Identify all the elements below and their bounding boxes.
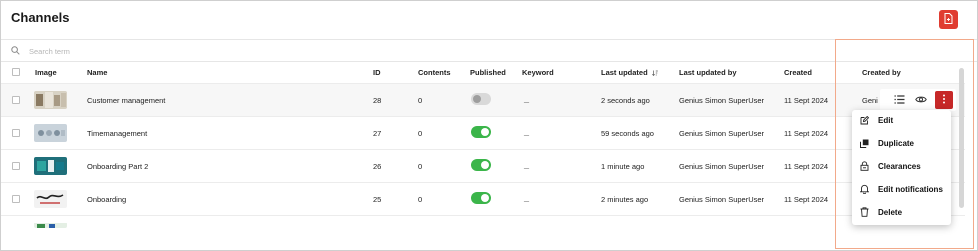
contents-count: 0 [418, 162, 423, 171]
column-header-published[interactable]: Published [470, 68, 506, 77]
more-vertical-icon [942, 94, 946, 106]
menu-item-label: Clearances [878, 161, 921, 171]
preview-button[interactable] [912, 91, 930, 109]
table-row[interactable]: Onboarding Part 2 26 0 _ 1 minute ago Ge… [1, 149, 965, 182]
created-value: 11 Sept 2024 [784, 162, 829, 171]
contents-count: 0 [418, 129, 423, 138]
search-bar[interactable]: Search term [11, 44, 311, 58]
menu-item-label: Edit notifications [878, 184, 943, 194]
channel-name[interactable]: Onboarding [87, 195, 126, 204]
channel-id: 26 [373, 162, 382, 171]
last-updated-by-value: Genius Simon SuperUser [679, 195, 765, 204]
menu-item-label: Delete [878, 207, 903, 217]
keyword-value: _ [524, 193, 530, 203]
channel-thumbnail [34, 222, 67, 228]
bell-icon [859, 184, 869, 194]
last-updated-by-value: Genius Simon SuperUser [679, 129, 765, 138]
last-updated-value: 2 minutes ago [601, 195, 649, 204]
channel-id: 25 [373, 195, 382, 204]
column-header-created[interactable]: Created [784, 68, 812, 77]
menu-item-delete[interactable]: Delete [852, 202, 951, 222]
select-all-checkbox[interactable] [12, 68, 20, 76]
published-toggle[interactable] [471, 126, 491, 138]
menu-item-label: Edit [878, 115, 894, 125]
column-header-name[interactable]: Name [87, 68, 107, 77]
created-value: 11 Sept 2024 [784, 96, 829, 105]
last-updated-value: 2 seconds ago [601, 96, 650, 105]
vertical-scrollbar[interactable] [959, 68, 964, 208]
channel-thumbnail [34, 190, 67, 208]
published-toggle[interactable] [471, 93, 491, 105]
menu-item-label: Duplicate [878, 138, 915, 148]
published-toggle[interactable] [471, 159, 491, 171]
channel-name[interactable]: Onboarding Part 2 [87, 162, 148, 171]
contents-count: 0 [418, 195, 423, 204]
row-checkbox[interactable] [12, 96, 20, 104]
table-row[interactable]: Timemanagement 27 0 _ 59 seconds ago Gen… [1, 116, 965, 149]
column-header-keyword[interactable]: Keyword [522, 68, 554, 77]
channel-id: 28 [373, 96, 382, 105]
created-value: 11 Sept 2024 [784, 195, 829, 204]
channel-name[interactable]: Timemanagement [87, 129, 147, 138]
list-button[interactable] [890, 91, 908, 109]
table-header: Image Name ID Contents Published Keyword… [1, 62, 965, 82]
keyword-value: _ [524, 160, 530, 170]
last-updated-value: 59 seconds ago [601, 129, 654, 138]
column-header-id[interactable]: ID [373, 68, 381, 77]
divider [1, 39, 977, 40]
file-export-icon [944, 13, 953, 26]
table-row[interactable]: Onboarding 25 0 _ 2 minutes ago Genius S… [1, 182, 965, 215]
row-context-menu: Edit Duplicate Clearances Edit notificat… [852, 110, 951, 225]
menu-item-duplicate[interactable]: Duplicate [852, 133, 951, 153]
column-header-last-updated[interactable]: Last updated [601, 68, 658, 78]
table-row[interactable] [1, 215, 965, 249]
channel-thumbnail [34, 124, 67, 142]
keyword-value: _ [524, 94, 530, 104]
export-pdf-button[interactable] [939, 10, 958, 29]
trash-icon [859, 207, 869, 217]
channel-id: 27 [373, 129, 382, 138]
duplicate-icon [859, 138, 869, 148]
channel-thumbnail [34, 157, 67, 175]
channel-thumbnail [34, 91, 67, 109]
sort-descending-icon [651, 69, 658, 78]
menu-item-clearances[interactable]: Clearances [852, 156, 951, 176]
column-header-contents[interactable]: Contents [418, 68, 451, 77]
page-title: Channels [11, 10, 70, 25]
search-input[interactable]: Search term [29, 47, 70, 56]
column-header-last-updated-label: Last updated [601, 68, 648, 77]
last-updated-by-value: Genius Simon SuperUser [679, 162, 765, 171]
channel-name[interactable]: Customer management [87, 96, 165, 105]
edit-icon [859, 115, 869, 125]
more-options-button[interactable] [935, 91, 953, 109]
keyword-value: _ [524, 127, 530, 137]
menu-item-edit[interactable]: Edit [852, 110, 951, 130]
published-toggle[interactable] [471, 192, 491, 204]
list-icon [894, 94, 905, 106]
row-checkbox[interactable] [12, 195, 20, 203]
contents-count: 0 [418, 96, 423, 105]
column-header-image[interactable]: Image [35, 68, 57, 77]
search-icon [11, 45, 20, 57]
row-actions [880, 89, 956, 111]
table-row[interactable]: Customer management 28 0 _ 2 seconds ago… [1, 83, 965, 116]
last-updated-value: 1 minute ago [601, 162, 645, 171]
row-checkbox[interactable] [12, 129, 20, 137]
row-checkbox[interactable] [12, 162, 20, 170]
menu-item-edit-notifications[interactable]: Edit notifications [852, 179, 951, 199]
created-value: 11 Sept 2024 [784, 129, 829, 138]
eye-icon [915, 95, 927, 106]
column-header-last-updated-by[interactable]: Last updated by [679, 68, 737, 77]
lock-icon [859, 161, 869, 171]
last-updated-by-value: Genius Simon SuperUser [679, 96, 765, 105]
